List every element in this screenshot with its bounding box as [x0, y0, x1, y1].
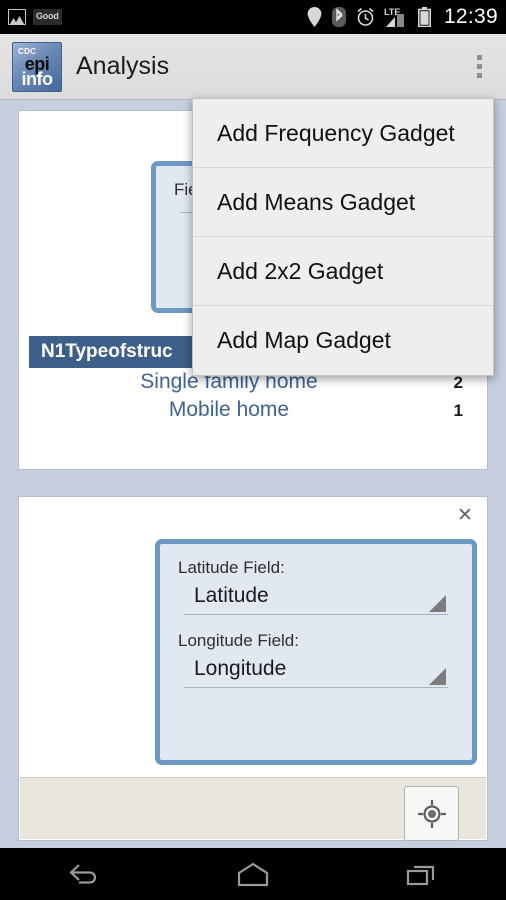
map-fields-panel: Latitude Field: Latitude Longitude Field… [155, 539, 477, 765]
lte-signal-icon: LTE [384, 7, 404, 27]
map-canvas[interactable] [20, 777, 486, 841]
latitude-field-label: Latitude Field: [178, 558, 285, 577]
menu-item-add-means-gadget[interactable]: Add Means Gadget [193, 168, 493, 237]
image-icon [8, 9, 26, 25]
table-row-value: 2 [453, 373, 463, 392]
epi-info-logo: CDC epi info [12, 41, 62, 92]
my-location-icon [417, 799, 446, 828]
table-row: Mobile home 1 [29, 396, 477, 424]
alarm-clock-icon [357, 7, 374, 26]
chevron-down-icon [429, 668, 446, 685]
table-row-label: Mobile home [168, 398, 290, 421]
recent-apps-icon [406, 865, 434, 886]
logo-info-text: info [21, 68, 54, 89]
status-bar-left-icons: Good [8, 9, 62, 25]
menu-item-add-map-gadget[interactable]: Add Map Gadget [193, 306, 493, 375]
good-app-badge: Good [33, 9, 62, 25]
action-bar: CDC epi info Analysis [0, 34, 506, 100]
menu-item-add-frequency-gadget[interactable]: Add Frequency Gadget [193, 99, 493, 168]
home-button[interactable] [208, 848, 298, 900]
back-icon [69, 864, 97, 884]
map-panel-inner: Latitude Field: Latitude Longitude Field… [160, 544, 472, 708]
my-location-button[interactable] [404, 786, 459, 841]
page-title: Analysis [76, 52, 170, 80]
close-icon[interactable]: ✕ [453, 505, 477, 529]
status-bar-right-icons: LTE 12:39 [307, 5, 498, 29]
overflow-popup-menu: Add Frequency Gadget Add Means Gadget Ad… [192, 98, 494, 376]
latitude-field-spinner[interactable]: Latitude [184, 580, 448, 615]
battery-icon [417, 7, 431, 27]
overflow-dot [476, 64, 482, 69]
map-gadget-card: ✕ Latitude Field: Latitude Longitude Fie… [18, 496, 488, 841]
table-row-value: 1 [453, 401, 463, 420]
recents-button[interactable] [377, 848, 467, 900]
chevron-down-icon [429, 595, 446, 612]
latitude-field-value: Latitude [194, 584, 269, 607]
longitude-field-label: Longitude Field: [178, 631, 299, 650]
clock-time: 12:39 [443, 5, 498, 28]
overflow-menu-icon[interactable] [464, 45, 494, 89]
back-button[interactable] [39, 848, 129, 900]
longitude-field-spinner[interactable]: Longitude [184, 653, 448, 688]
overflow-dot [476, 55, 482, 60]
phone-screen: Good LTE 12:39 CDC epi info Analysis N1T… [0, 0, 506, 900]
longitude-field-value: Longitude [194, 657, 287, 680]
home-icon [237, 862, 269, 887]
location-pin-icon [307, 7, 322, 27]
overflow-dot [476, 73, 482, 78]
menu-item-add-2x2-gadget[interactable]: Add 2x2 Gadget [193, 237, 493, 306]
bluetooth-icon [331, 7, 346, 27]
navigation-bar [0, 848, 506, 900]
status-bar: Good LTE 12:39 [0, 0, 506, 34]
